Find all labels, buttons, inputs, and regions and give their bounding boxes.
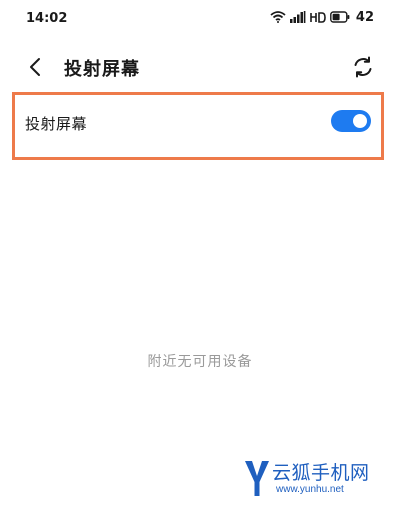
screen-cast-toggle[interactable]	[331, 110, 371, 132]
status-bar: 14:02 42	[0, 0, 400, 36]
yunhu-logo-icon	[245, 461, 269, 496]
status-icons: 42	[270, 9, 374, 25]
chevron-left-icon	[30, 58, 40, 76]
watermark: 云狐手机网 www.yunhu.net	[244, 458, 394, 506]
hd-icon	[310, 11, 326, 23]
refresh-button[interactable]	[350, 54, 376, 80]
screen-cast-setting-row[interactable]: 投射屏幕	[15, 95, 381, 151]
battery-level: 42	[355, 9, 374, 25]
title-bar: 投射屏幕	[0, 44, 400, 90]
page-title: 投射屏幕	[64, 59, 140, 80]
setting-label: 投射屏幕	[25, 115, 88, 133]
empty-state-message: 附近无可用设备	[147, 354, 253, 370]
refresh-icon	[354, 56, 372, 78]
back-button[interactable]	[24, 55, 48, 79]
status-time: 14:02	[26, 11, 68, 26]
toggle-knob	[353, 114, 367, 128]
screen: 14:02 42 投射屏幕 投射屏幕 附近无可用设备 云狐手机网 www.yun…	[0, 0, 400, 512]
wifi-icon	[270, 11, 286, 23]
watermark-url: www.yunhu.net	[276, 484, 344, 495]
watermark-name: 云狐手机网	[272, 462, 370, 484]
battery-icon	[330, 11, 350, 23]
signal-icon	[289, 11, 306, 23]
